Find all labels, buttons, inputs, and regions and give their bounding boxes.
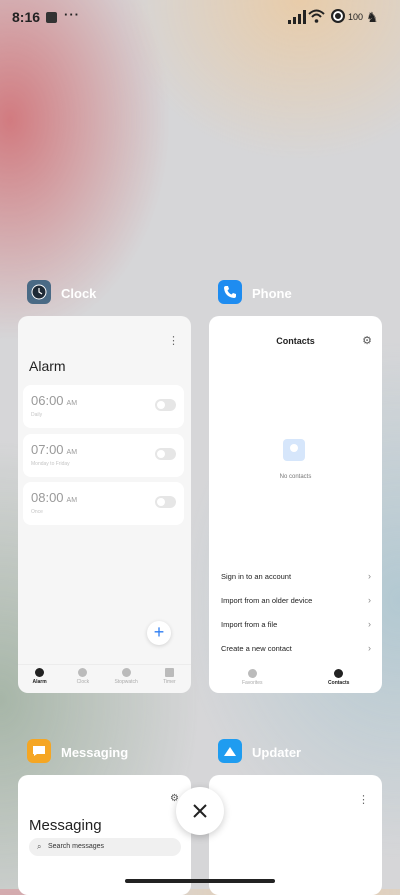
phone-icon xyxy=(224,286,236,298)
wifi-icon xyxy=(308,9,325,23)
no-contacts-text: No contacts xyxy=(279,474,312,480)
phone-app-icon[interactable] xyxy=(218,280,242,304)
nav-label: Contacts xyxy=(328,680,350,686)
updater-app-name: Updater xyxy=(252,745,302,760)
menu-label: Create a new contact xyxy=(221,644,292,653)
add-alarm-button[interactable]: + xyxy=(147,621,171,645)
person-icon xyxy=(334,669,344,678)
phone-app-name: Phone xyxy=(252,286,292,301)
search-icon: ⌕ xyxy=(37,842,42,851)
nav-label: Alarm xyxy=(32,679,47,685)
contact-placeholder-icon xyxy=(283,439,305,461)
chevron-right-icon: › xyxy=(368,643,371,653)
menu-sign-in[interactable]: Sign in to an account › xyxy=(221,571,371,581)
accessibility-icon: ♞ xyxy=(366,9,379,25)
alarm-toggle[interactable] xyxy=(155,496,176,508)
contacts-title: Contacts xyxy=(276,336,315,346)
clear-all-button[interactable] xyxy=(176,787,224,835)
home-indicator[interactable] xyxy=(125,879,275,883)
alarm-page-title: Alarm xyxy=(29,358,66,374)
nav-label: Stopwatch xyxy=(114,679,138,685)
settings-icon[interactable]: ⚙ xyxy=(362,334,372,347)
chevron-right-icon: › xyxy=(368,619,371,629)
menu-label: Sign in to an account xyxy=(221,572,292,581)
alarm-ampm: AM xyxy=(66,497,78,504)
nav-label: Favorites xyxy=(241,680,263,686)
updater-app-icon[interactable] xyxy=(218,739,242,763)
messaging-app-icon[interactable] xyxy=(27,739,51,763)
alarm-toggle[interactable] xyxy=(155,399,176,411)
alarm-item[interactable]: 07:00 AM Monday to Friday xyxy=(23,434,184,477)
search-placeholder: Search messages xyxy=(48,843,105,850)
nav-contacts[interactable]: Contacts xyxy=(299,666,379,693)
phone-icon xyxy=(247,669,257,678)
more-options-icon[interactable]: ⋮ xyxy=(358,793,369,806)
chevron-right-icon: › xyxy=(368,595,371,605)
alarm-ampm: AM xyxy=(66,400,78,407)
alarm-item[interactable]: 08:00 AM Once xyxy=(23,482,184,525)
clock-app-name: Clock xyxy=(61,286,97,301)
alarm-repeat: Monday to Friday xyxy=(31,461,70,467)
nav-alarm[interactable]: Alarm xyxy=(18,665,61,693)
nav-label: Timer xyxy=(163,679,176,685)
battery-icon xyxy=(331,9,345,23)
menu-create-contact[interactable]: Create a new contact › xyxy=(221,643,371,653)
notification-icon xyxy=(46,12,57,23)
alarm-time: 08:00 xyxy=(31,490,64,505)
battery-level: 100 xyxy=(348,12,364,22)
updater-app-card[interactable]: ⋮ xyxy=(209,775,382,895)
alarm-repeat: Once xyxy=(31,509,43,515)
more-notifications-icon: ··· xyxy=(64,7,80,22)
messaging-title: Messaging xyxy=(29,817,102,834)
search-messages-input[interactable]: ⌕ Search messages xyxy=(29,838,181,856)
menu-label: Import from an older device xyxy=(221,596,313,605)
menu-import-device[interactable]: Import from an older device › xyxy=(221,595,371,605)
more-options-icon[interactable]: ⋮ xyxy=(168,334,179,347)
alarm-item[interactable]: 06:00 AM Daily xyxy=(23,385,184,428)
close-icon xyxy=(193,804,207,818)
clock-bottom-nav: Alarm Clock Stopwatch Timer xyxy=(18,664,191,693)
status-time: 8:16 xyxy=(12,9,41,25)
status-bar: 8:16 ··· 100 ♞ xyxy=(0,0,400,36)
alarm-icon xyxy=(35,668,45,677)
nav-stopwatch[interactable]: Stopwatch xyxy=(105,665,148,693)
clock-icon xyxy=(31,284,47,300)
nav-clock[interactable]: Clock xyxy=(61,665,104,693)
menu-label: Import from a file xyxy=(221,620,278,629)
nav-label: Clock xyxy=(76,679,90,685)
messaging-app-card[interactable]: ⚙ Messaging ⌕ Search messages xyxy=(18,775,191,895)
updater-icon xyxy=(224,747,236,756)
phone-app-card[interactable]: Contacts ⚙ No contacts Sign in to an acc… xyxy=(209,316,382,693)
clock-app-icon[interactable] xyxy=(27,280,51,304)
clock-icon xyxy=(78,668,88,677)
stopwatch-icon xyxy=(121,668,131,677)
phone-bottom-nav: Favorites Contacts xyxy=(209,666,382,693)
nav-timer[interactable]: Timer xyxy=(148,665,191,693)
messaging-app-name: Messaging xyxy=(61,745,129,760)
menu-import-file[interactable]: Import from a file › xyxy=(221,619,371,629)
alarm-ampm: AM xyxy=(66,449,78,456)
alarm-time: 07:00 xyxy=(31,442,64,457)
hourglass-icon xyxy=(164,668,174,677)
signal-icon xyxy=(288,10,306,24)
alarm-repeat: Daily xyxy=(31,412,43,418)
alarm-time: 06:00 xyxy=(31,393,64,408)
alarm-toggle[interactable] xyxy=(155,448,176,460)
message-icon xyxy=(33,746,45,756)
chevron-right-icon: › xyxy=(368,571,371,581)
nav-favorites[interactable]: Favorites xyxy=(212,666,292,693)
clock-app-card[interactable]: ⋮ Alarm 06:00 AM Daily 07:00 AM Monday to … xyxy=(18,316,191,693)
